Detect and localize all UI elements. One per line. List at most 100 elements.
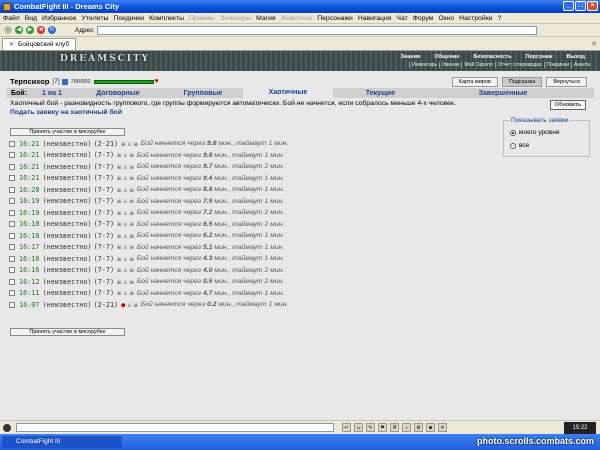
- menu-item[interactable]: Файл: [3, 15, 20, 22]
- menu-item[interactable]: Поединки: [113, 15, 144, 22]
- battle-tab[interactable]: Завершенные: [428, 90, 578, 97]
- bid-checkbox[interactable]: [9, 152, 15, 159]
- taskbar-item[interactable]: CombatFight III: [2, 436, 122, 448]
- sound-icon[interactable]: ♪: [402, 423, 411, 432]
- menu-item[interactable]: Вид: [25, 15, 37, 22]
- maximize-button[interactable]: □: [575, 1, 586, 11]
- bid-checkbox[interactable]: [9, 175, 15, 182]
- header-nav-item[interactable]: Знания: [394, 54, 428, 60]
- menu-item[interactable]: Настройки: [459, 15, 492, 22]
- chat-icon[interactable]: [3, 424, 11, 432]
- bid-checkbox[interactable]: [9, 221, 15, 228]
- menu-item[interactable]: Животное: [281, 15, 313, 22]
- translit-icon[interactable]: Я: [390, 423, 399, 432]
- header-subnav-item[interactable]: Поединки: [543, 62, 572, 68]
- bid-checkbox[interactable]: [9, 198, 15, 205]
- battle-tab[interactable]: 1 на 1: [31, 90, 73, 97]
- battle-tab[interactable]: Договорные: [73, 90, 163, 97]
- top-button[interactable]: Вернуться: [546, 77, 587, 87]
- bid-checkbox[interactable]: [9, 209, 15, 216]
- menu-item[interactable]: ?: [497, 15, 501, 22]
- menu-item[interactable]: Персонажи: [317, 15, 353, 22]
- bid-checkbox[interactable]: [9, 244, 15, 251]
- bid-timeout: 1: [264, 243, 269, 251]
- header-nav-item[interactable]: Общение: [427, 54, 466, 60]
- menu-item[interactable]: Окно: [438, 15, 454, 22]
- bid-checkbox[interactable]: [9, 278, 15, 285]
- header-nav-item[interactable]: Выход: [560, 54, 592, 60]
- bid-checkbox[interactable]: [9, 301, 15, 308]
- user-icon[interactable]: ☻: [426, 423, 435, 432]
- bid-checkbox[interactable]: [9, 186, 15, 193]
- menu-item[interactable]: Навигация: [358, 15, 392, 22]
- menu-item[interactable]: Чат: [396, 15, 407, 22]
- filter-icon[interactable]: ⚑: [378, 423, 387, 432]
- menu-item[interactable]: Комплекты: [149, 15, 184, 22]
- header-nav-item[interactable]: Безопасность: [466, 54, 518, 60]
- smile-icon[interactable]: ☺: [354, 423, 363, 432]
- chat-input[interactable]: [16, 423, 334, 432]
- toolbar: ⌂ ◀ ▶ ■ ↻ Адрес: [0, 24, 600, 37]
- bid-checkbox[interactable]: [9, 290, 15, 297]
- bid-list: 16:21 (неизвестно) (2-21) ☠ ⚔ ☠ Бой начнется ч…: [9, 138, 288, 311]
- exit-icon[interactable]: ✕: [438, 423, 447, 432]
- home-icon[interactable]: ⌂: [4, 26, 12, 34]
- header-subnav-item[interactable]: Анкета: [571, 62, 592, 68]
- join-button-top[interactable]: Принять участие в мясорубке: [10, 128, 125, 136]
- player-name[interactable]: Терпсихор: [10, 77, 49, 86]
- header-nav-item[interactable]: Персонаж: [519, 54, 560, 60]
- stop-icon[interactable]: ■: [37, 26, 45, 34]
- radio-icon[interactable]: [510, 129, 516, 136]
- header-subnav-item[interactable]: Инвентарь: [409, 62, 439, 68]
- top-button[interactable]: Подсказка: [501, 77, 543, 87]
- battle-tab[interactable]: Текущие: [333, 90, 428, 97]
- forward-icon[interactable]: ▶: [26, 26, 34, 34]
- menu-item[interactable]: Эликсиры: [220, 15, 251, 22]
- bid-minutes: 7.2: [202, 209, 213, 217]
- menu-item[interactable]: Утилиты: [81, 15, 108, 22]
- bid-checkbox[interactable]: [9, 232, 15, 239]
- bid-status-mid: мин., таймаут: [218, 301, 267, 309]
- tab-fight-club[interactable]: ✕ Бойцовский клуб: [2, 38, 77, 50]
- submit-bid-link[interactable]: Подать заявку на хаотичный бой: [10, 109, 122, 116]
- refresh-icon[interactable]: ↻: [48, 26, 56, 34]
- top-buttons: Карта миров Подсказка Вернуться: [451, 77, 587, 87]
- minimize-button[interactable]: _: [563, 1, 574, 11]
- address-input[interactable]: [96, 25, 537, 35]
- top-button[interactable]: Карта миров: [451, 77, 498, 87]
- bid-owner: (неизвестно): [42, 174, 92, 183]
- bid-minutes: 0.5: [202, 278, 213, 286]
- menu-item[interactable]: Избранное: [42, 15, 76, 22]
- info-icon[interactable]: [61, 78, 68, 85]
- radio-all[interactable]: все: [510, 142, 529, 149]
- close-button[interactable]: ×: [587, 1, 598, 11]
- watermark: photo.scrolls.combats.com: [476, 436, 594, 446]
- menu-item[interactable]: Приёмы: [189, 15, 215, 22]
- menu-item[interactable]: Форум: [413, 15, 434, 22]
- join-button-bottom[interactable]: Принять участие в мясорубке: [10, 328, 125, 336]
- chat-settings-icon[interactable]: ⚙: [414, 423, 423, 432]
- clear-icon[interactable]: ✎: [366, 423, 375, 432]
- menu-item[interactable]: Магия: [256, 15, 275, 22]
- send-icon[interactable]: ↵: [342, 423, 351, 432]
- bid-timeout: 1: [268, 301, 273, 309]
- bid-owner: (неизвестно): [42, 300, 92, 309]
- battle-tab[interactable]: Групповые: [163, 90, 243, 97]
- close-tab-icon[interactable]: ✕: [9, 41, 14, 48]
- radio-my-level[interactable]: моего уровня: [510, 129, 559, 136]
- battle-tab[interactable]: Хаотичные: [242, 88, 333, 98]
- bid-checkbox[interactable]: [9, 163, 15, 170]
- back-icon[interactable]: ◀: [15, 26, 23, 34]
- header-subnav-item[interactable]: Умения: [439, 62, 461, 68]
- bid-checkbox[interactable]: [9, 255, 15, 262]
- header-subnav-item[interactable]: Мой Скролл: [461, 62, 494, 68]
- bid-row: 16:21 (неизвестно) (7-7) ☠ ⚔ ☠ Бой начнется че…: [9, 173, 288, 185]
- header-subnav-item[interactable]: Отчет о переводах: [494, 62, 544, 68]
- filter-title: Показывать заявки: [510, 117, 570, 124]
- player-level: [7]: [52, 78, 60, 85]
- close-icon[interactable]: ✕: [591, 40, 597, 48]
- bid-checkbox[interactable]: [9, 140, 15, 147]
- refresh-button[interactable]: Обновить: [549, 100, 586, 110]
- radio-icon[interactable]: [510, 142, 516, 149]
- bid-checkbox[interactable]: [9, 267, 15, 274]
